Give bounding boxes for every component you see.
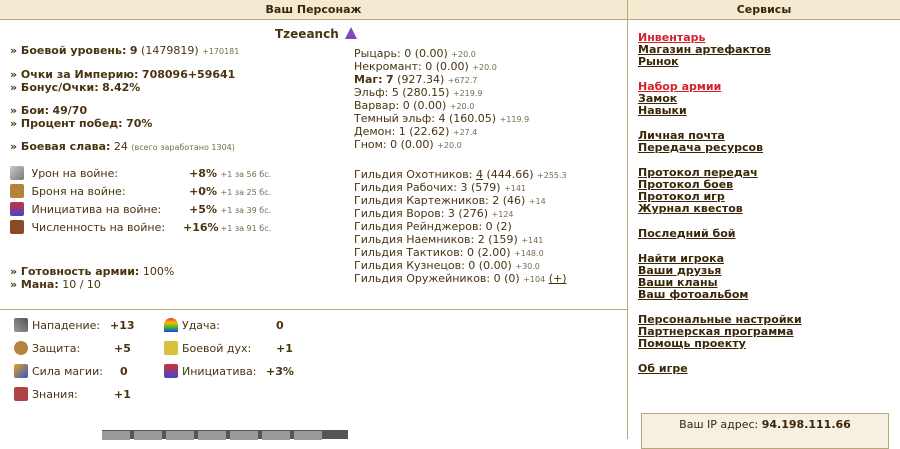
mage-hat-icon: [344, 27, 357, 39]
war-bonus-list: Урон на войне: +8% +1 за 56 бс. Броня на…: [10, 165, 271, 237]
guild-row: Гильдия Рейнджеров: 0 (2): [354, 220, 512, 233]
luck-icon: [164, 318, 178, 332]
sword-icon: [10, 166, 24, 180]
menu-help-project[interactable]: Помощь проекту: [638, 338, 802, 350]
stats-column: » Боевой уровень: 9 (1479819) +170181 » …: [10, 44, 239, 153]
faction-row: Маг: 7 (927.34) +672.7: [354, 73, 478, 86]
attribute-knowledge: Знания: +1: [14, 387, 131, 401]
scroll-icon: [10, 202, 24, 216]
guild-row: Гильдия Воров: 3 (276) +124: [354, 207, 514, 220]
faction-row: Варвар: 0 (0.00) +20.0: [354, 99, 475, 112]
attribute-defense: Защита: +5: [14, 341, 131, 355]
faction-row: Рыцарь: 0 (0.00) +20.0: [354, 47, 476, 60]
attack-icon: [14, 318, 28, 332]
readiness-row: » Готовность армии: 100%: [10, 265, 175, 278]
attribute-luck: Удача: 0: [164, 318, 284, 332]
faction-row: Гном: 0 (0.00) +20.0: [354, 138, 462, 151]
character-panel: Ваш Персонаж Tzeeanch » Боевой уровень: …: [0, 0, 628, 440]
combat-level-row: » Боевой уровень: 9 (1479819) +170181: [10, 44, 240, 57]
guild-row: Гильдия Рабочих: 3 (579) +141: [354, 181, 527, 194]
readiness-block: » Готовность армии: 100% » Мана: 10 / 10: [10, 265, 174, 291]
battles-row: » Бои: 49/70: [10, 104, 88, 117]
army-icon: [10, 220, 24, 234]
guild-row: Гильдия Оружейников: 0 (0) +104 (+): [354, 272, 567, 285]
faction-row: Демон: 1 (22.62) +27.4: [354, 125, 478, 138]
knowledge-book-icon: [14, 387, 28, 401]
attribute-attack: Нападение: +13: [14, 318, 135, 332]
faction-row: Некромант: 0 (0.00) +20.0: [354, 60, 497, 73]
character-panel-header: Ваш Персонаж: [0, 0, 627, 20]
faction-row: Темный эльф: 4 (160.05) +119.9: [354, 112, 530, 125]
attribute-initiative: Инициатива: +3%: [164, 364, 294, 378]
menu-about-game[interactable]: Об игре: [638, 363, 802, 375]
winrate-row: » Процент побед: 70%: [10, 117, 153, 130]
magic-wand-icon: [14, 364, 28, 378]
attributes-block: Нападение: +13 Удача: 0 Защита: +5 Боевой д…: [14, 318, 344, 408]
guild-row: Гильдия Картежников: 2 (46) +14: [354, 194, 546, 207]
morale-icon: [164, 341, 178, 355]
attribute-spellpower: Сила магии: 0: [14, 364, 128, 378]
glory-row: » Боевая слава: 24 (всего заработано 130…: [10, 140, 235, 153]
guild-row: Гильдия Кузнецов: 0 (0.00) +30.0: [354, 259, 540, 272]
faction-row: Эльф: 5 (280.15) +219.9: [354, 86, 483, 99]
menu-skills[interactable]: Навыки: [638, 105, 802, 117]
ip-address-box: Ваш IP адрес: 94.198.111.66: [641, 413, 889, 449]
menu-photo-album[interactable]: Ваш фотоальбом: [638, 289, 802, 301]
section-divider: [0, 309, 627, 310]
services-menu: Инвентарь Магазин артефактов Рынок Набор…: [638, 32, 802, 375]
menu-market[interactable]: Рынок: [638, 56, 802, 68]
attribute-morale: Боевой дух: +1: [164, 341, 293, 355]
menu-resource-transfer[interactable]: Передача ресурсов: [638, 142, 802, 154]
war-bonus-row: Урон на войне: +8% +1 за 56 бс.: [10, 165, 271, 183]
equipment-strip: [102, 430, 348, 440]
menu-quest-journal[interactable]: Журнал квестов: [638, 203, 802, 215]
guild-row: Гильдия Тактиков: 0 (2.00) +148.0: [354, 246, 544, 259]
character-name[interactable]: Tzeeanch: [275, 27, 339, 41]
character-page: Ваш Персонаж Tzeeanch » Боевой уровень: …: [0, 0, 900, 449]
empire-points-row: » Очки за Империю: 708096+59641: [10, 68, 236, 81]
guild-row: Гильдия Наемников: 2 (159) +141: [354, 233, 544, 246]
guild-hunters-link[interactable]: 4: [476, 168, 483, 181]
services-panel-header: Сервисы: [628, 0, 900, 20]
factions-column: Рыцарь: 0 (0.00) +20.0 Некромант: 0 (0.0…: [354, 47, 567, 285]
war-bonus-row: Численность на войне: +16% +1 за 91 бс.: [10, 219, 271, 237]
guild-row: Гильдия Охотников: 4 (444.66) +255.3: [354, 168, 567, 181]
war-bonus-row: Инициатива на войне: +5% +1 за 39 бс.: [10, 201, 271, 219]
bonus-row: » Бонус/Очки: 8.42%: [10, 81, 141, 94]
services-panel: Сервисы Инвентарь Магазин артефактов Рын…: [628, 0, 900, 449]
mana-row: » Мана: 10 / 10: [10, 278, 101, 291]
character-name-row: Tzeeanch: [275, 27, 357, 41]
initiative-icon: [164, 364, 178, 378]
guild-smiths-expand-link[interactable]: (+): [549, 272, 567, 285]
shield-icon: [14, 341, 28, 355]
menu-last-battle[interactable]: Последний бой: [638, 228, 802, 240]
war-bonus-row: Броня на войне: +0% +1 за 25 бс.: [10, 183, 271, 201]
armor-icon: [10, 184, 24, 198]
